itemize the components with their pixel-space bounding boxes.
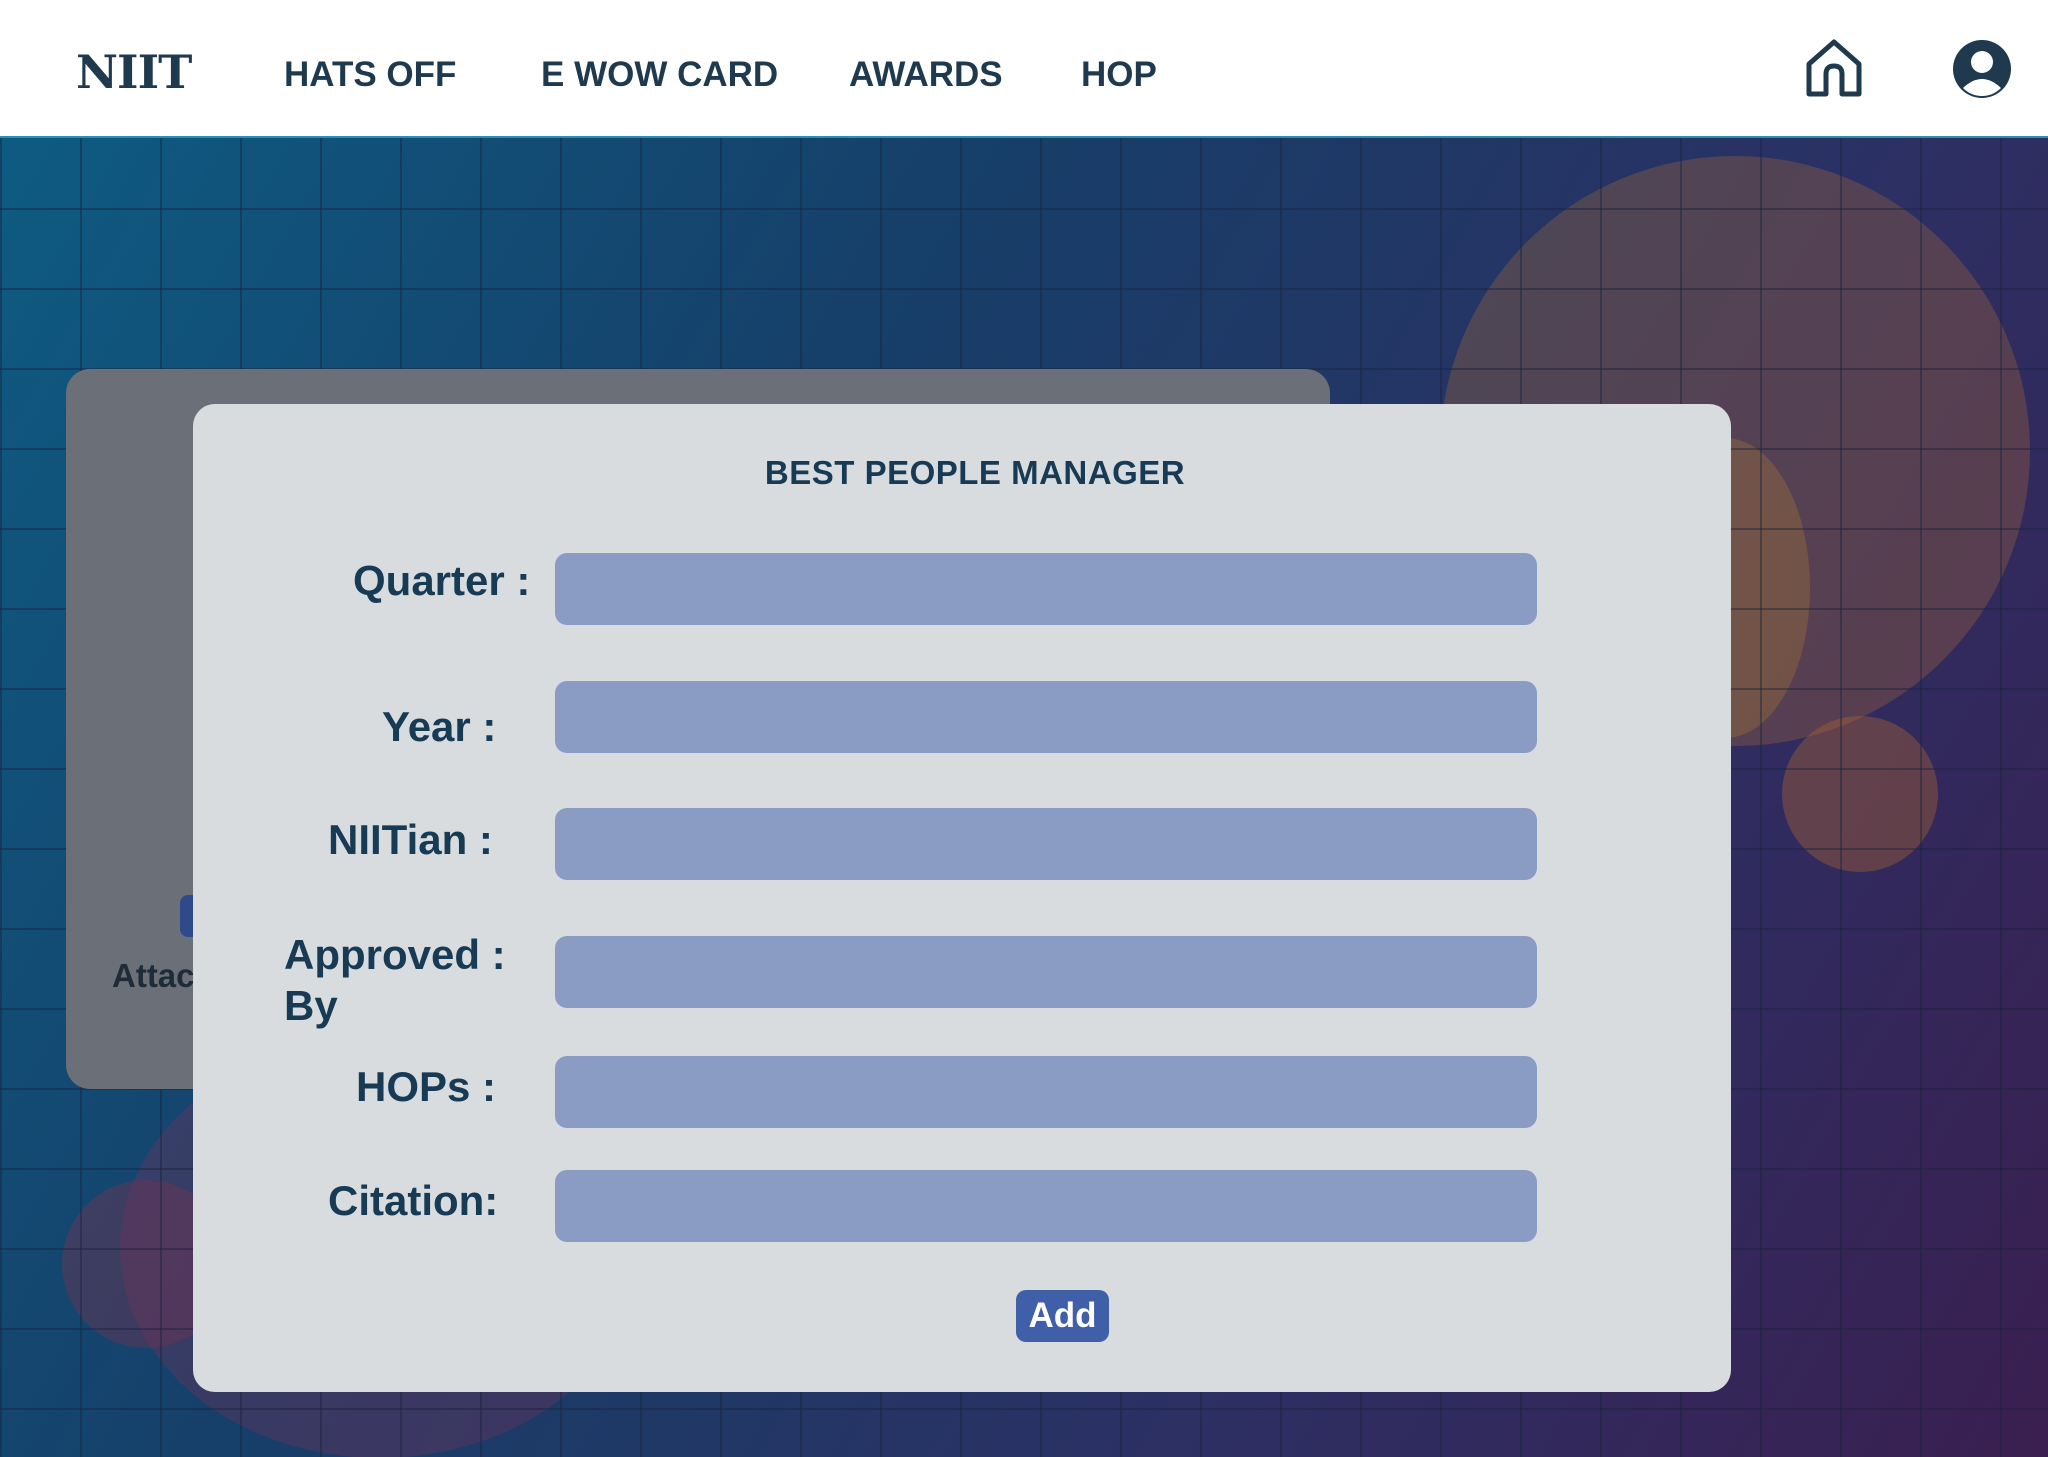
approved-by-input[interactable] xyxy=(555,936,1537,1008)
year-label: Year : xyxy=(382,703,497,750)
quarter-label: Quarter : xyxy=(353,557,531,604)
year-input[interactable] xyxy=(555,681,1537,753)
citation-input[interactable] xyxy=(555,1170,1537,1242)
nav-awards[interactable]: AWARDS xyxy=(849,50,1003,100)
background-card-label: Attac xyxy=(112,957,195,994)
nav-hats-off[interactable]: HATS OFF xyxy=(284,50,456,100)
hops-input[interactable] xyxy=(555,1056,1537,1128)
niit-logo[interactable]: NIIT xyxy=(52,44,215,100)
form-title: BEST PEOPLE MANAGER xyxy=(764,454,1186,491)
approved-by-label-line1: Approved : xyxy=(284,931,506,978)
home-icon[interactable] xyxy=(1803,36,1865,100)
niitian-input[interactable] xyxy=(555,808,1537,880)
top-navbar: NIIT HATS OFF E WOW CARD AWARDS HOP xyxy=(0,0,2048,138)
niitian-label: NIITian : xyxy=(328,816,493,863)
award-form-modal: BEST PEOPLE MANAGER Quarter : Year : NII… xyxy=(193,404,1731,1392)
hops-label: HOPs : xyxy=(356,1063,497,1110)
add-button[interactable]: Add xyxy=(1016,1290,1109,1342)
user-profile-icon[interactable] xyxy=(1951,38,2013,100)
approved-by-label-line2: By xyxy=(284,982,338,1029)
quarter-input[interactable] xyxy=(555,553,1537,625)
nav-hop[interactable]: HOP xyxy=(1081,50,1157,100)
citation-label: Citation: xyxy=(328,1177,499,1224)
nav-e-wow-card[interactable]: E WOW CARD xyxy=(541,50,778,100)
